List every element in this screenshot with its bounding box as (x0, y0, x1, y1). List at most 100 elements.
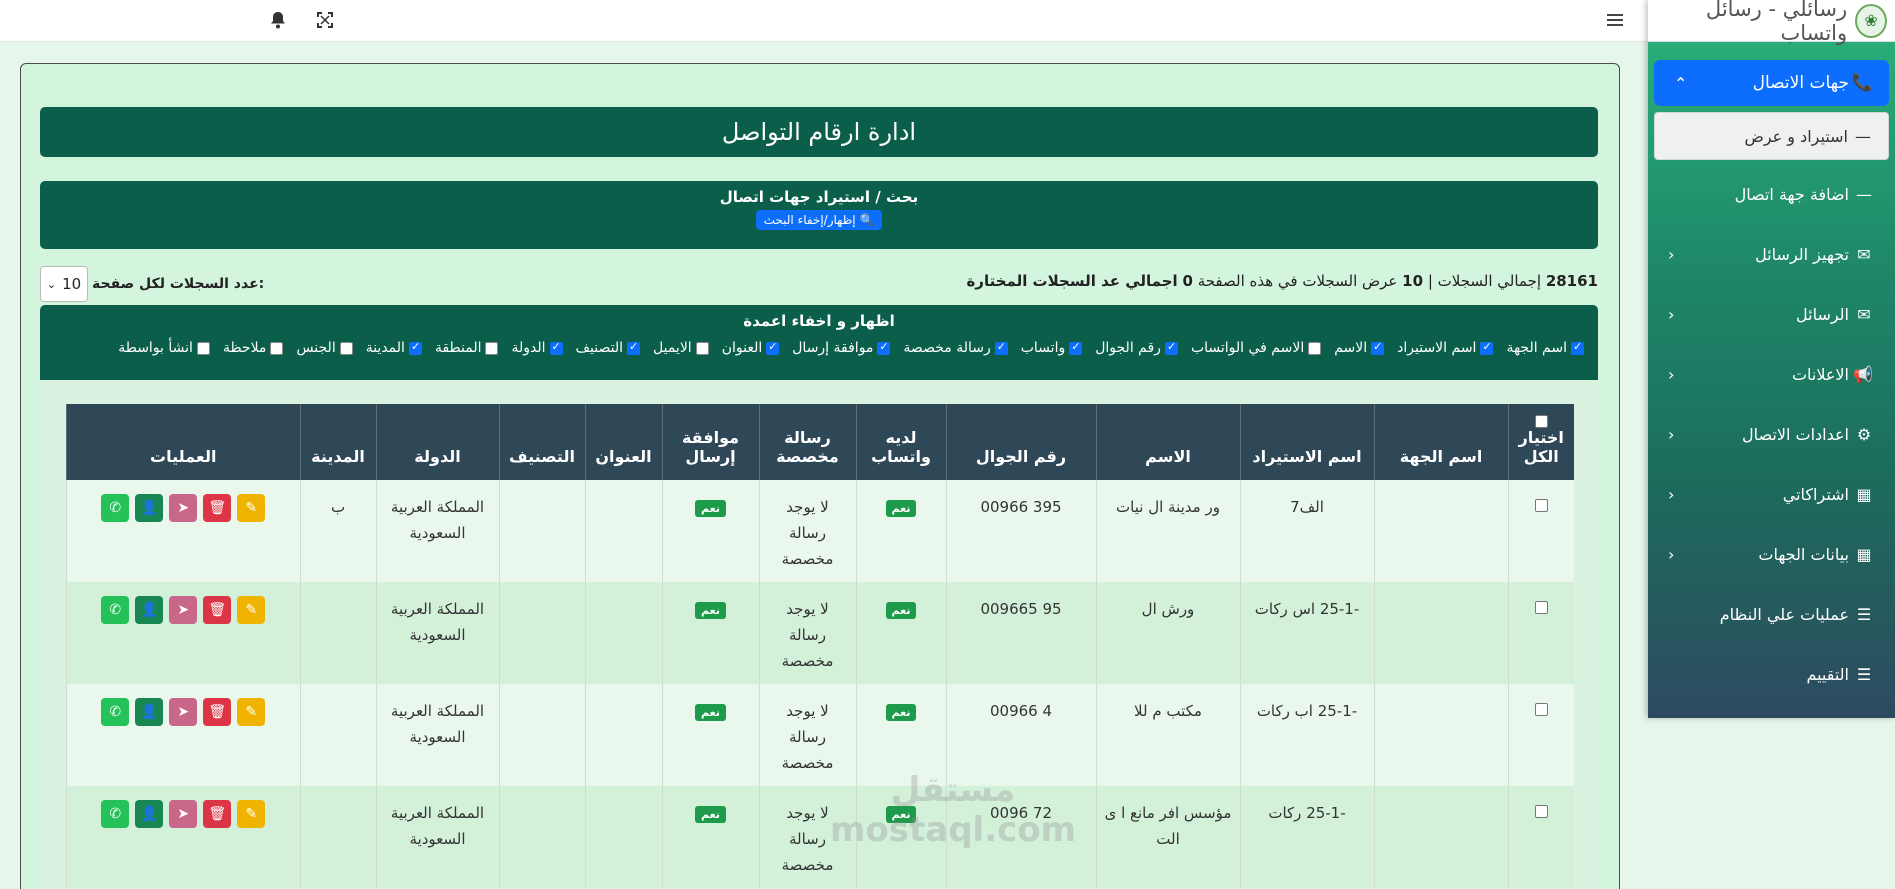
column-toggle[interactable]: المنطقة (435, 340, 499, 356)
row-checkbox[interactable] (1534, 499, 1548, 512)
column-toggle[interactable]: موافقة إرسال (792, 340, 891, 356)
column-toggle-checkbox[interactable] (485, 341, 499, 355)
column-toggle[interactable]: المدينة (366, 340, 422, 356)
header-whatsapp[interactable]: لديه واتساب (855, 404, 946, 480)
column-toggle-checkbox[interactable] (270, 341, 284, 355)
column-toggle-checkbox[interactable] (1164, 340, 1178, 355)
column-toggle[interactable]: رسالة مخصصة (903, 340, 1008, 356)
cell-mobile: 00966 395 (945, 480, 1096, 582)
column-toggle-checkbox[interactable] (549, 340, 563, 355)
sidebar-item-ads[interactable]: 📢 الاعلانات ‹ (1648, 344, 1895, 404)
sidebar-item-org-data[interactable]: ▦ بيانات الجهات ‹ (1648, 524, 1895, 584)
sidebar-item-rating[interactable]: ☰ التقييم (1648, 644, 1895, 704)
send-button[interactable]: ➤ (169, 596, 198, 624)
sidebar-item-contacts[interactable]: 📞 جهات الاتصال ⌃ (1654, 60, 1889, 106)
sidebar-item-system-ops[interactable]: ☰ عمليات علي النظام (1648, 584, 1895, 644)
fullscreen-icon[interactable] (315, 10, 335, 30)
column-toggle[interactable]: الاسم (1334, 340, 1385, 356)
sidebar-item-connection-settings[interactable]: ⚙ اعدادات الاتصال ‹ (1648, 404, 1895, 464)
column-toggle[interactable]: الجنس (296, 340, 353, 356)
dash-icon: — (1855, 126, 1871, 146)
search-title: بحث / استيراد جهات اتصال (719, 188, 919, 206)
column-toggle[interactable]: رقم الجوال (1095, 340, 1178, 356)
cell-actions: ✆ 👤 ➤ 🗑 ✎ (66, 684, 300, 786)
status-badge: نعم (885, 602, 917, 619)
shown-records: 10 (1402, 272, 1424, 290)
column-toggle-checkbox[interactable] (1371, 340, 1385, 355)
column-toggle-checkbox[interactable] (766, 340, 780, 355)
sidebar-item-prepare-messages[interactable]: ✉ تجهيز الرسائل ‹ (1648, 224, 1895, 284)
edit-button[interactable]: ✎ (237, 698, 266, 726)
sidebar-item-messages[interactable]: ✉ الرسائل ‹ (1648, 284, 1895, 344)
column-toggle-checkbox[interactable] (877, 340, 891, 355)
column-toggle-checkbox[interactable] (695, 341, 709, 355)
column-toggle[interactable]: اسم الجهة (1506, 340, 1584, 356)
cell-import: الف7 (1239, 480, 1374, 582)
column-toggle-checkbox[interactable] (994, 340, 1008, 355)
row-checkbox[interactable] (1534, 805, 1548, 818)
header-name[interactable]: الاسم (1095, 404, 1240, 480)
column-toggle[interactable]: الدولة (511, 340, 563, 356)
column-toggle-checkbox[interactable] (408, 340, 422, 355)
header-consent[interactable]: موافقة إرسال (661, 404, 759, 480)
send-button[interactable]: ➤ (169, 698, 198, 726)
send-button[interactable]: ➤ (169, 800, 198, 828)
cell-address (584, 480, 662, 582)
column-toggle[interactable]: الايميل (653, 340, 709, 356)
row-checkbox[interactable] (1534, 601, 1548, 614)
edit-icon: ✎ (245, 704, 258, 720)
row-checkbox[interactable] (1534, 703, 1548, 716)
column-toggle[interactable]: التصنيف (576, 340, 640, 356)
column-toggle[interactable]: الاسم في الواتساب (1191, 340, 1322, 356)
column-toggle-checkbox[interactable] (1480, 340, 1494, 355)
column-toggle[interactable]: انشأ بواسطة (118, 340, 210, 356)
delete-button[interactable]: 🗑 (203, 494, 232, 522)
brand[interactable]: ❀ رسائلي - رسائل واتساب (1648, 0, 1895, 45)
header-import[interactable]: اسم الاستيراد (1239, 404, 1374, 480)
column-toggle-checkbox[interactable] (627, 340, 640, 355)
user-button[interactable]: 👤 (135, 698, 164, 726)
row-select-cell (1507, 786, 1574, 888)
cell-city (299, 786, 376, 888)
sidebar-item-import-view[interactable]: — استيراد و عرض (1654, 112, 1889, 160)
delete-button[interactable]: 🗑 (203, 800, 232, 828)
header-country[interactable]: الدولة (375, 404, 499, 480)
delete-button[interactable]: 🗑 (203, 596, 232, 624)
column-toggle-checkbox[interactable] (196, 341, 210, 355)
user-button[interactable]: 👤 (135, 596, 164, 624)
header-category[interactable]: التصنيف (498, 404, 585, 480)
menu-toggle-icon[interactable] (1605, 10, 1625, 30)
header-org[interactable]: اسم الجهة (1373, 404, 1508, 480)
whatsapp-button[interactable]: ✆ (101, 800, 130, 828)
send-button[interactable]: ➤ (169, 494, 198, 522)
column-toggle[interactable]: ملاحظة (223, 340, 284, 356)
header-address[interactable]: العنوان (584, 404, 662, 480)
sidebar-item-label: استيراد و عرض (1744, 126, 1848, 146)
header-city[interactable]: المدينة (299, 404, 376, 480)
user-button[interactable]: 👤 (135, 494, 164, 522)
column-toggle[interactable]: واتساب (1021, 340, 1083, 356)
column-toggle[interactable]: اسم الاستيراد (1397, 340, 1494, 356)
header-select-all[interactable]: اختيار الكل (1507, 404, 1574, 480)
toggle-search-button[interactable]: 🔍 إظهار/إخفاء البحث (755, 210, 883, 230)
select-all-checkbox[interactable] (1534, 415, 1548, 428)
per-page-select[interactable]: ⌄ 10 (40, 266, 88, 302)
edit-button[interactable]: ✎ (237, 494, 266, 522)
header-mobile[interactable]: رقم الجوال (945, 404, 1096, 480)
column-toggle[interactable]: العنوان (722, 340, 780, 356)
header-custom-message[interactable]: رسالة مخصصة (758, 404, 856, 480)
column-toggle-checkbox[interactable] (1308, 341, 1322, 355)
column-toggle-checkbox[interactable] (1571, 340, 1584, 355)
bell-icon[interactable] (268, 10, 288, 30)
whatsapp-button[interactable]: ✆ (101, 494, 130, 522)
edit-button[interactable]: ✎ (237, 800, 266, 828)
sidebar-item-subscriptions[interactable]: ▦ اشتراكاتي ‹ (1648, 464, 1895, 524)
sidebar-item-add-contact[interactable]: — اضافة جهة اتصال (1648, 164, 1895, 224)
user-button[interactable]: 👤 (135, 800, 164, 828)
whatsapp-button[interactable]: ✆ (101, 698, 130, 726)
whatsapp-button[interactable]: ✆ (101, 596, 130, 624)
delete-button[interactable]: 🗑 (203, 698, 232, 726)
column-toggle-checkbox[interactable] (339, 341, 353, 355)
edit-button[interactable]: ✎ (237, 596, 266, 624)
column-toggle-checkbox[interactable] (1069, 340, 1083, 355)
